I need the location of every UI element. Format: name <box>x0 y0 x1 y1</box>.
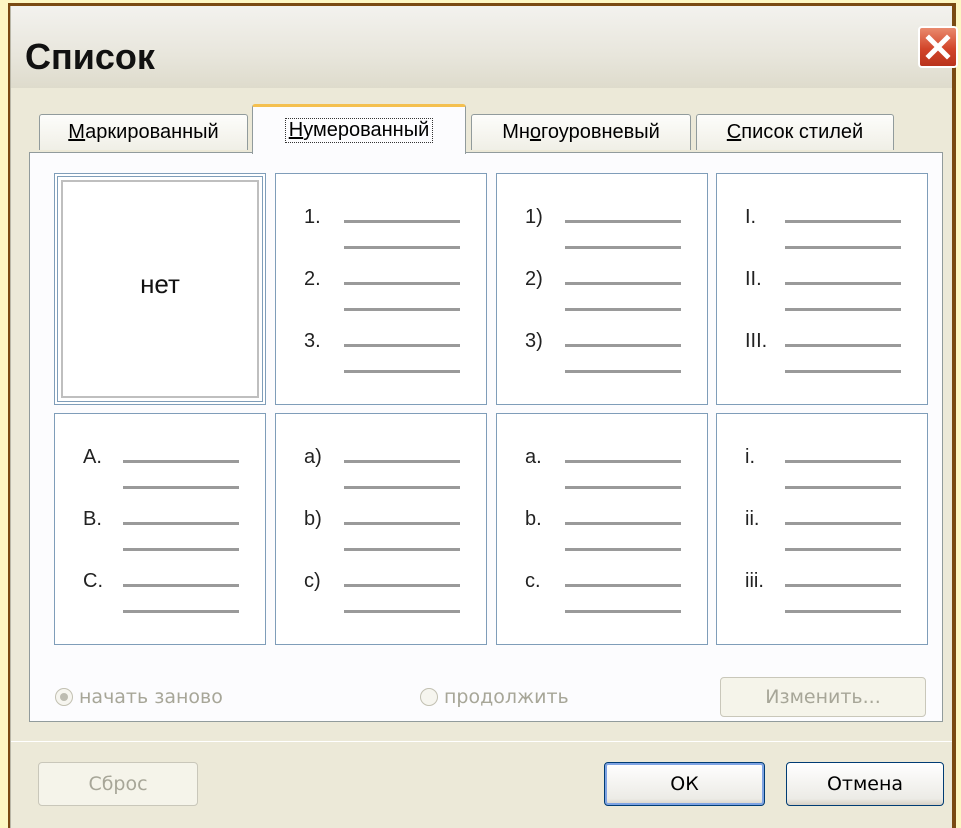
placeholder-line <box>344 220 460 223</box>
list-marker: 1) <box>525 206 543 228</box>
list-marker: a. <box>525 446 542 468</box>
dialog-title: Список <box>25 36 155 77</box>
restart-label: начать заново <box>79 686 223 708</box>
placeholder-line <box>785 522 901 525</box>
tab-numbered[interactable]: Нумерованный <box>252 104 466 154</box>
style-option-2[interactable]: 1) 2) 3) <box>496 173 708 405</box>
style-option-5[interactable]: a) b) c) <box>275 413 487 645</box>
placeholder-line <box>785 246 901 249</box>
placeholder-line <box>785 282 901 285</box>
placeholder-line <box>344 548 460 551</box>
list-marker: i. <box>745 446 755 468</box>
placeholder-line <box>344 584 460 587</box>
style-option-4[interactable]: A. B. C. <box>54 413 266 645</box>
placeholder-line <box>785 548 901 551</box>
placeholder-line <box>565 308 681 311</box>
style-none[interactable]: нет <box>54 173 266 405</box>
placeholder-line <box>565 522 681 525</box>
tab-label: Маркированный <box>68 121 219 143</box>
placeholder-line <box>565 548 681 551</box>
numbering-options: начать заново продолжить Изменить... <box>29 677 943 728</box>
placeholder-line <box>785 308 901 311</box>
list-marker: b) <box>304 508 322 530</box>
placeholder-line <box>344 610 460 613</box>
list-marker: 1. <box>304 206 321 228</box>
footer-separator <box>11 741 952 742</box>
numbering-dialog: Список Маркированный Нумерованный Многоу… <box>10 6 958 828</box>
list-marker: 3. <box>304 330 321 352</box>
placeholder-line <box>565 344 681 347</box>
tab-list-styles[interactable]: Список стилей <box>696 114 894 150</box>
reset-button[interactable]: Сброс <box>38 762 198 806</box>
tab-multilevel[interactable]: Многоуровневый <box>471 114 691 150</box>
tab-label: Список стилей <box>726 121 864 143</box>
placeholder-line <box>565 370 681 373</box>
placeholder-line <box>123 460 239 463</box>
radio-dot <box>420 688 438 706</box>
placeholder-line <box>123 486 239 489</box>
list-marker: B. <box>83 508 102 530</box>
radio-dot <box>55 688 73 706</box>
style-option-1[interactable]: 1. 2. 3. <box>275 173 487 405</box>
modify-button[interactable]: Изменить... <box>720 677 926 717</box>
title-bar: Список <box>11 6 958 88</box>
list-marker: C. <box>83 570 103 592</box>
placeholder-line <box>123 548 239 551</box>
placeholder-line <box>123 610 239 613</box>
placeholder-line <box>565 460 681 463</box>
placeholder-line <box>565 282 681 285</box>
placeholder-line <box>123 584 239 587</box>
continue-label: продолжить <box>444 686 569 708</box>
placeholder-line <box>344 246 460 249</box>
tab-bar: Маркированный Нумерованный Многоуровневы… <box>11 102 952 154</box>
placeholder-line <box>785 370 901 373</box>
close-icon <box>925 34 951 60</box>
list-marker: 2) <box>525 268 543 290</box>
tab-label: Нумерованный <box>284 118 434 143</box>
ok-button[interactable]: ОК <box>604 762 765 806</box>
placeholder-line <box>344 522 460 525</box>
list-marker: 3) <box>525 330 543 352</box>
tab-bulleted[interactable]: Маркированный <box>39 114 248 150</box>
placeholder-line <box>785 460 901 463</box>
placeholder-line <box>344 460 460 463</box>
placeholder-line <box>565 610 681 613</box>
placeholder-line <box>344 308 460 311</box>
list-marker: I. <box>745 206 757 228</box>
list-marker: III. <box>745 330 768 352</box>
numbered-panel: нет 1. 2. 3. 1) 2) 3) I. II. III. A. B. C. a) b) c) a. b.… <box>29 152 943 722</box>
placeholder-line <box>344 344 460 347</box>
style-option-6[interactable]: a. b. c. <box>496 413 708 645</box>
list-marker: 2. <box>304 268 321 290</box>
placeholder-line <box>344 282 460 285</box>
cancel-button[interactable]: Отмена <box>786 762 944 806</box>
list-marker: c. <box>525 570 541 592</box>
style-option-7[interactable]: i. ii. iii. <box>716 413 928 645</box>
list-marker: b. <box>525 508 542 530</box>
placeholder-line <box>565 246 681 249</box>
placeholder-line <box>785 220 901 223</box>
placeholder-line <box>565 584 681 587</box>
placeholder-line <box>344 486 460 489</box>
placeholder-line <box>785 584 901 587</box>
placeholder-line <box>565 220 681 223</box>
close-button[interactable] <box>918 26 958 68</box>
placeholder-line <box>785 610 901 613</box>
list-marker: II. <box>745 268 762 290</box>
placeholder-line <box>785 486 901 489</box>
list-marker: a) <box>304 446 322 468</box>
continue-radio[interactable]: продолжить <box>420 686 569 708</box>
list-marker: iii. <box>745 570 764 592</box>
list-marker: c) <box>304 570 321 592</box>
restart-radio[interactable]: начать заново <box>55 686 223 708</box>
placeholder-line <box>785 344 901 347</box>
tab-label: Многоуровневый <box>502 121 660 143</box>
style-option-3[interactable]: I. II. III. <box>716 173 928 405</box>
list-marker: A. <box>83 446 102 468</box>
placeholder-line <box>565 486 681 489</box>
none-label: нет <box>140 269 180 299</box>
placeholder-line <box>123 522 239 525</box>
placeholder-line <box>344 370 460 373</box>
list-marker: ii. <box>745 508 760 530</box>
